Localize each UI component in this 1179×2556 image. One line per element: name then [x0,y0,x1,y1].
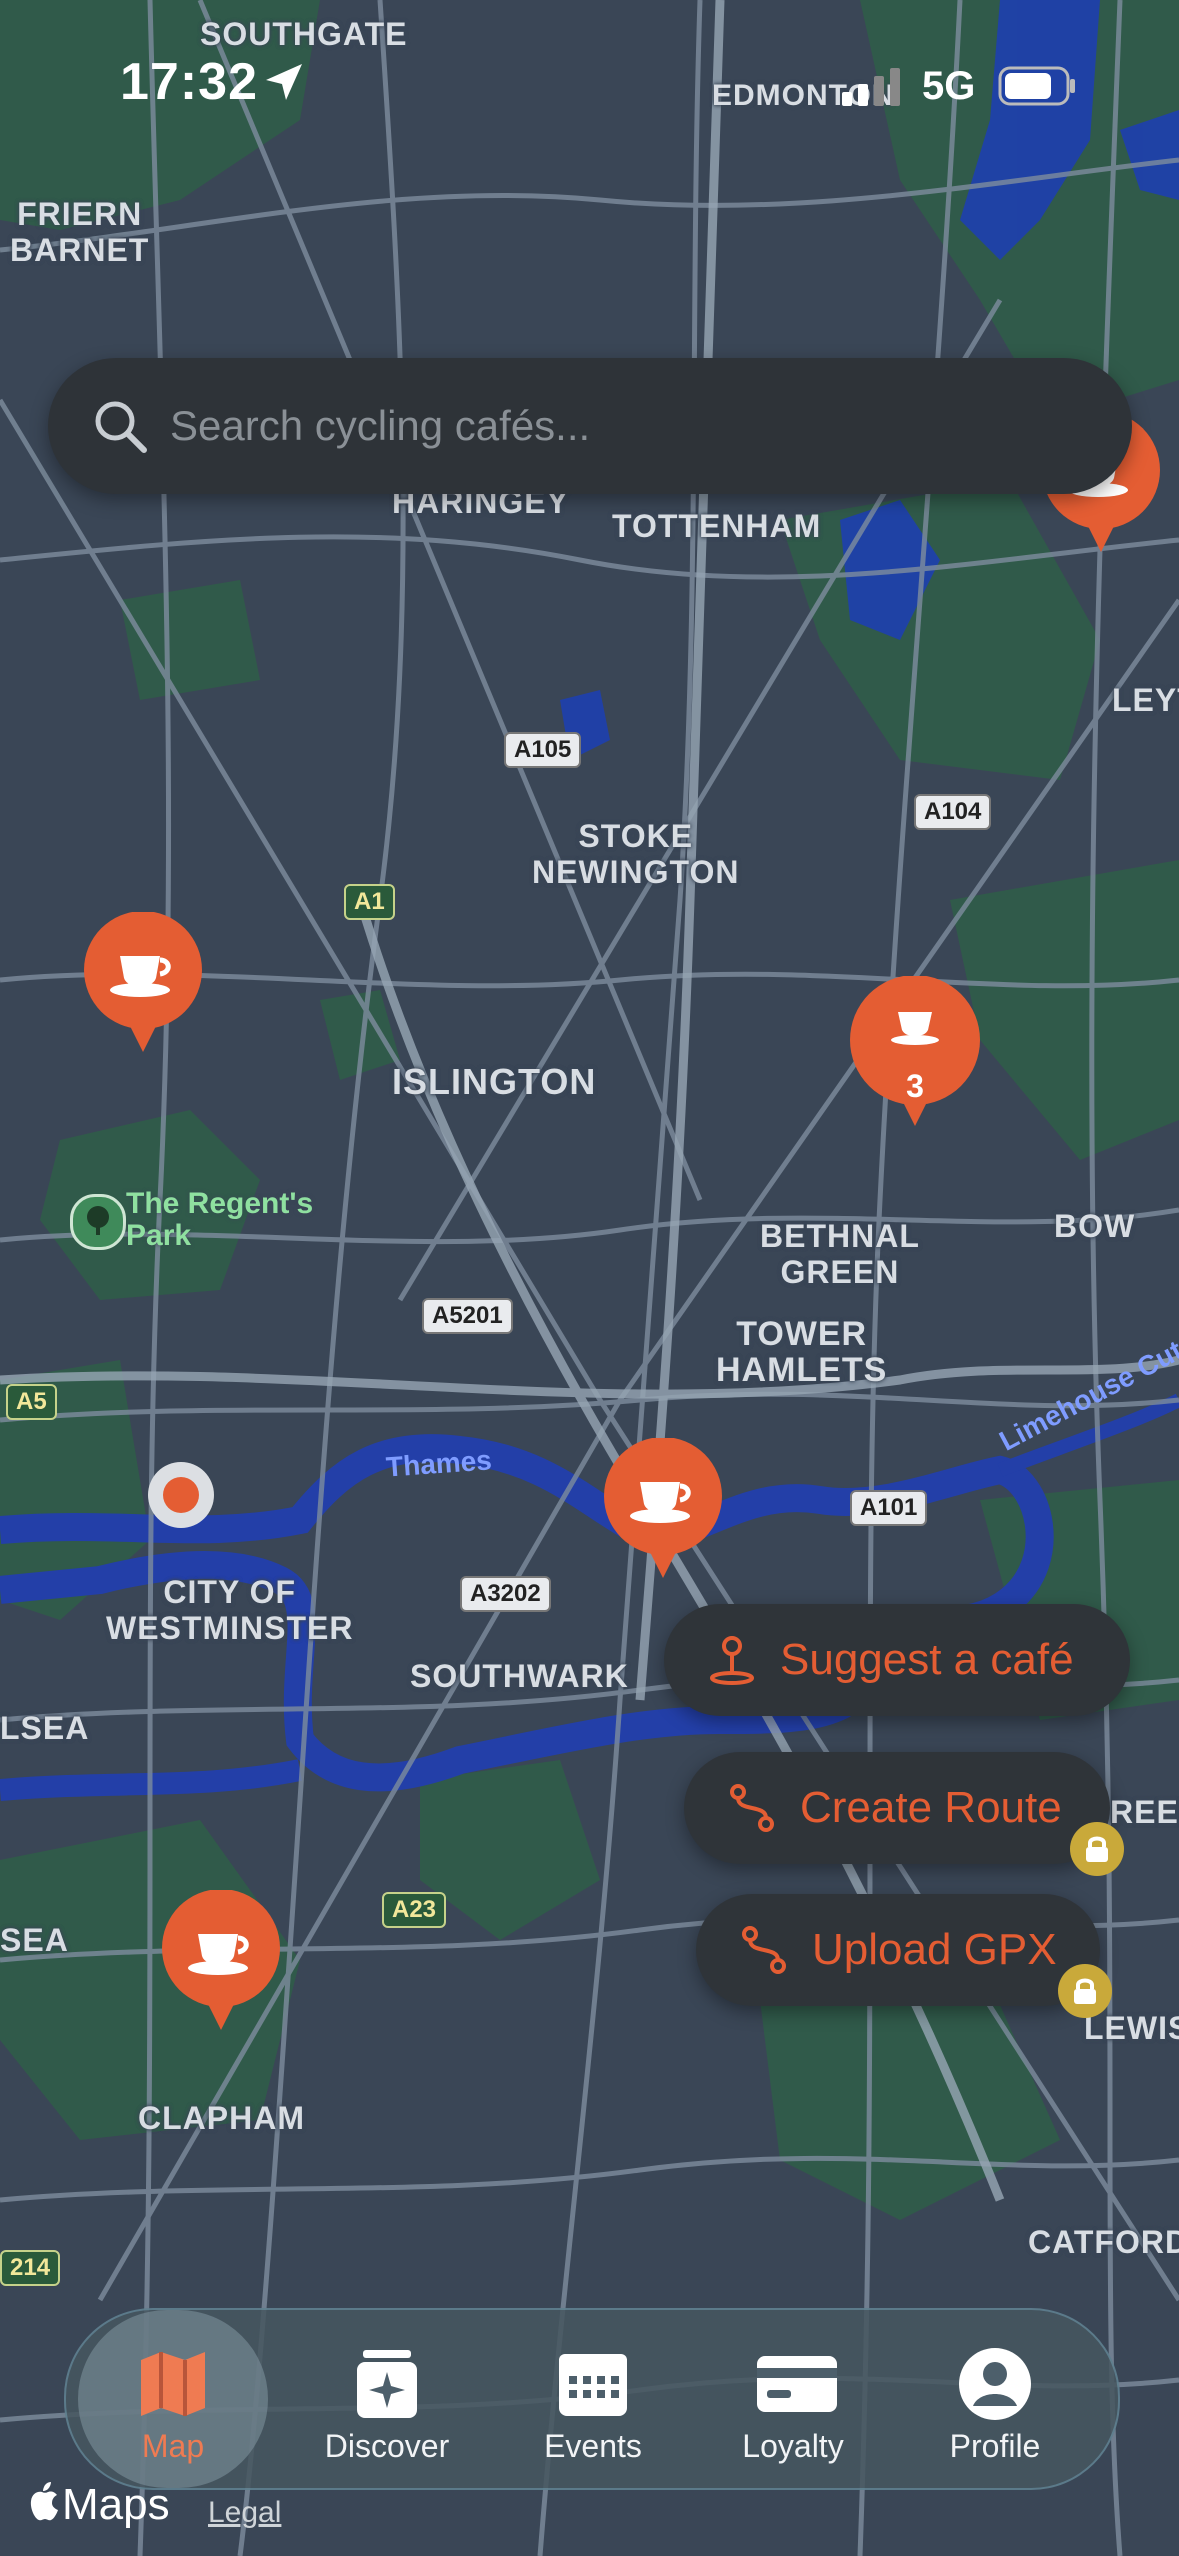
create-route-button[interactable]: Create Route [684,1752,1110,1864]
suggest-cafe-button[interactable]: Suggest a café [664,1604,1130,1716]
road-label: A23 [382,1892,447,1928]
place-label: ISLINGTON [392,1061,597,1102]
tab-loyalty[interactable]: Loyalty [698,2310,888,2488]
search-input[interactable]: Search cycling cafés... [170,402,590,450]
signal-icon [842,68,900,106]
profile-icon [959,2348,1031,2420]
maps-label: Maps [62,2480,170,2529]
place-label: TOWER HAMLETS [716,1315,888,1389]
create-route-label: Create Route [800,1783,1062,1832]
road-label: 214 [0,2250,61,2286]
status-time: 17:32 [120,53,258,111]
tab-label: Discover [324,2428,450,2464]
place-label: CITY OF WESTMINSTER [106,1574,354,1646]
road-label: A5 [6,1384,57,1420]
tab-label: Loyalty [742,2428,844,2464]
place-label: LSEA [0,1710,90,1746]
legal-link[interactable]: Legal [208,2496,281,2530]
tree-icon [70,1194,126,1250]
road-label: A104 [914,794,992,830]
discover-icon [357,2350,417,2418]
place-label: CATFORD [1028,2224,1179,2260]
calendar-icon [559,2354,627,2416]
lock-icon [1058,1964,1112,2018]
route-icon [742,1926,786,1974]
tab-label: Profile [949,2428,1041,2464]
tab-discover[interactable]: Discover [292,2310,482,2488]
road-label: A105 [504,732,582,768]
place-label: LEYT [1112,682,1179,718]
search-icon [95,401,147,453]
cafe-cluster-pin[interactable]: 3 [848,975,982,1134]
tab-label: Map [141,2428,205,2464]
road-label: A101 [850,1490,928,1526]
park-label: The Regent's Park [126,1187,314,1252]
place-label: LEWIS [1084,2010,1179,2046]
network-type: 5G [922,64,976,108]
cluster-count: 3 [906,1068,924,1104]
suggest-cafe-label: Suggest a café [780,1635,1074,1684]
route-icon [730,1784,774,1832]
card-icon [757,2356,837,2412]
tab-map[interactable]: Map [78,2310,268,2488]
maps-attribution: Maps [26,2480,170,2530]
place-label: TOTTENHAM [612,508,822,544]
place-label: SEA [0,1922,69,1958]
road-label: A3202 [460,1576,551,1612]
lock-icon [1070,1822,1124,1876]
status-bar: 17:32 5G [0,0,1179,150]
place-label: SOUTHWARK [410,1658,629,1694]
upload-gpx-button[interactable]: Upload GPX [696,1894,1100,2006]
place-label: BOW [1054,1208,1136,1244]
place-label: STOKE NEWINGTON [532,818,740,890]
cafe-pin[interactable] [160,1889,282,2036]
map-icon [141,2352,205,2416]
location-arrow-icon [266,64,302,100]
road-label: A5201 [422,1298,513,1334]
apple-logo-icon [30,2482,58,2521]
place-label: BETHNAL GREEN [760,1218,920,1290]
cafe-pin[interactable] [82,911,204,1058]
place-label: CLAPHAM [138,2100,305,2136]
upload-gpx-label: Upload GPX [812,1925,1057,1974]
battery-icon [998,66,1075,106]
tab-bar: Map Discover Events Loyalty Profile [64,2308,1120,2490]
road-label: A1 [344,884,395,920]
cafe-pin[interactable] [602,1437,724,1584]
tab-events[interactable]: Events [498,2310,688,2488]
pin-icon [710,1636,754,1685]
current-location-marker [148,1462,214,1528]
tab-label: Events [544,2428,642,2464]
search-bar[interactable]: Search cycling cafés... [48,358,1132,494]
place-label: FRIERN BARNET [10,196,150,268]
tab-profile[interactable]: Profile [900,2310,1090,2488]
place-label: REEN [1110,1794,1179,1830]
